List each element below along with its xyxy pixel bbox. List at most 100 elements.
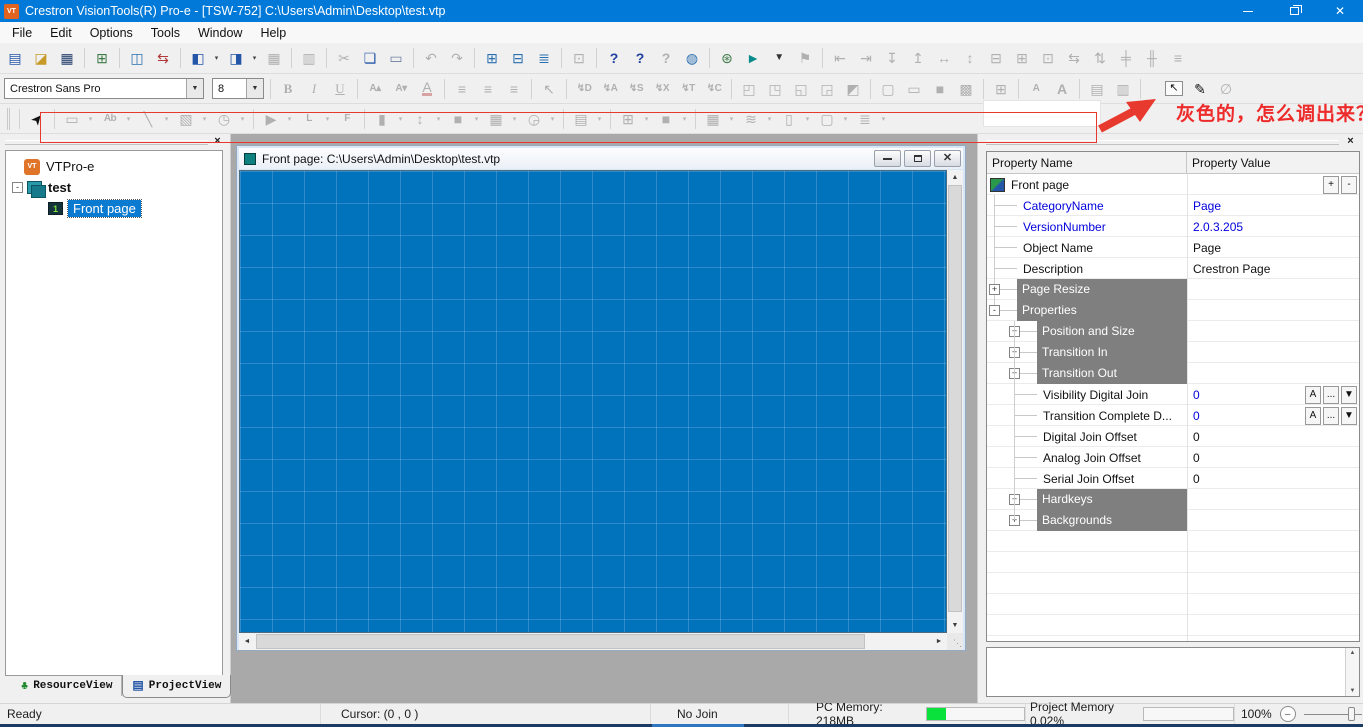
copy[interactable]: ❏ bbox=[358, 47, 382, 69]
document-minimize-button[interactable] bbox=[874, 150, 901, 167]
upload-to-panel[interactable]: ◫ bbox=[125, 47, 149, 69]
expander-transition-out[interactable]: + bbox=[1009, 368, 1020, 379]
page-view-dropdown[interactable]: ▾ bbox=[249, 47, 260, 69]
scroll-right-button[interactable]: ► bbox=[931, 633, 947, 650]
menu-help[interactable]: Help bbox=[251, 24, 295, 42]
select-mode[interactable]: ↖ bbox=[1162, 78, 1186, 100]
property-name-cell[interactable]: + Transition Out bbox=[987, 363, 1187, 384]
category-properties[interactable]: Properties bbox=[1017, 300, 1187, 321]
tab-resourceview[interactable]: ♣ ResourceView bbox=[12, 676, 122, 696]
category-transition-out[interactable]: Transition Out bbox=[1037, 363, 1187, 384]
category-position-and-size[interactable]: Position and Size bbox=[1037, 321, 1187, 342]
property-name-cell[interactable]: + Backgrounds bbox=[987, 510, 1187, 531]
value-button-ellipsis[interactable]: ... bbox=[1323, 386, 1339, 404]
property-name-cell[interactable]: Transition Complete D... bbox=[987, 405, 1187, 426]
value-button-dropdown[interactable]: ▼ bbox=[1341, 386, 1357, 404]
property-value-cell[interactable] bbox=[1187, 300, 1359, 321]
properties-panel-close-button[interactable]: × bbox=[1344, 135, 1357, 148]
tab-projectview[interactable]: ▤ ProjectView bbox=[122, 675, 231, 698]
empty-combo-box[interactable] bbox=[983, 100, 1101, 127]
property-value-cell[interactable] bbox=[1187, 363, 1359, 384]
category-backgrounds[interactable]: Backgrounds bbox=[1037, 510, 1187, 531]
help[interactable]: ? bbox=[628, 47, 652, 69]
font-name-combo[interactable]: Crestron Sans Pro▼ bbox=[4, 78, 204, 99]
view-project-tree[interactable]: ⊞ bbox=[90, 47, 114, 69]
property-value-cell[interactable]: 0 bbox=[1187, 426, 1359, 447]
object-list[interactable]: ≣ bbox=[532, 47, 556, 69]
page-view[interactable]: ◨ bbox=[224, 47, 248, 69]
property-name-cell[interactable]: Digital Join Offset bbox=[987, 426, 1187, 447]
description-scrollbar[interactable]: ▲ ▼ bbox=[1345, 648, 1359, 696]
column-property-name[interactable]: Property Name bbox=[987, 152, 1187, 173]
value-button-A[interactable]: A bbox=[1305, 407, 1321, 425]
convert-project[interactable]: ⇆ bbox=[151, 47, 175, 69]
project-panel-close-button[interactable]: × bbox=[211, 135, 224, 148]
property-name-cell[interactable]: VersionNumber bbox=[987, 216, 1187, 237]
expander-backgrounds[interactable]: + bbox=[1009, 515, 1020, 526]
tree-item-front-page[interactable]: 1Front page bbox=[8, 198, 220, 219]
test-project[interactable]: ► bbox=[741, 47, 765, 69]
tree-item-vtpro[interactable]: VTVTPro-e bbox=[8, 156, 220, 177]
zoom-slider-handle[interactable] bbox=[1348, 707, 1355, 721]
zoom-out-button[interactable]: – bbox=[1280, 706, 1296, 722]
value-button-dropdown[interactable]: ▼ bbox=[1341, 407, 1357, 425]
document-restore-button[interactable] bbox=[904, 150, 931, 167]
web-help[interactable]: ◍ bbox=[680, 47, 704, 69]
paste[interactable]: ▭ bbox=[384, 47, 408, 69]
context-help-select[interactable]: ? bbox=[602, 47, 626, 69]
menu-edit[interactable]: Edit bbox=[41, 24, 81, 42]
font-size-combo-arrow-icon[interactable]: ▼ bbox=[246, 79, 263, 98]
property-value-cell[interactable]: 2.0.3.205 bbox=[1187, 216, 1359, 237]
property-name-cell[interactable]: +Page Resize bbox=[987, 279, 1187, 300]
expander-properties[interactable]: - bbox=[989, 305, 1000, 316]
category-transition-in[interactable]: Transition In bbox=[1037, 342, 1187, 363]
property-value-cell[interactable] bbox=[1187, 510, 1359, 531]
open-project[interactable]: ◪ bbox=[29, 47, 53, 69]
column-property-value[interactable]: Property Value bbox=[1187, 152, 1359, 173]
property-value-cell[interactable]: 0A...▼ bbox=[1187, 405, 1359, 426]
horizontal-scrollbar[interactable]: ◄ ► bbox=[239, 633, 947, 650]
save-project[interactable]: ▦ bbox=[55, 47, 79, 69]
property-name-cell[interactable]: CategoryName bbox=[987, 195, 1187, 216]
selection-arrow[interactable]: ➤ bbox=[25, 108, 49, 130]
menu-tools[interactable]: Tools bbox=[142, 24, 189, 42]
menu-window[interactable]: Window bbox=[189, 24, 251, 42]
value-button--[interactable]: - bbox=[1341, 176, 1357, 194]
category-page-resize[interactable]: Page Resize bbox=[1017, 279, 1187, 300]
value-button-ellipsis[interactable]: ... bbox=[1323, 407, 1339, 425]
project-panel-gripper[interactable]: × bbox=[0, 134, 230, 150]
property-value-cell[interactable] bbox=[1187, 321, 1359, 342]
tree-expander[interactable]: - bbox=[12, 182, 23, 193]
expander-hardkeys[interactable]: + bbox=[1009, 494, 1020, 505]
menu-options[interactable]: Options bbox=[81, 24, 142, 42]
panel-view[interactable]: ◧ bbox=[186, 47, 210, 69]
property-name-cell[interactable]: Serial Join Offset bbox=[987, 468, 1187, 489]
description-scroll-up-icon[interactable]: ▲ bbox=[1350, 650, 1356, 656]
property-name-cell[interactable]: - Properties bbox=[987, 300, 1187, 321]
property-value-cell[interactable]: 0 bbox=[1187, 447, 1359, 468]
test-options-dropdown[interactable]: ▼ bbox=[767, 47, 791, 69]
scroll-left-button[interactable]: ◄ bbox=[239, 633, 255, 650]
panel-view-dropdown[interactable]: ▾ bbox=[211, 47, 222, 69]
document-close-button[interactable]: ✕ bbox=[934, 150, 961, 167]
properties-window[interactable]: ⊞ bbox=[480, 47, 504, 69]
font-size-combo[interactable]: 8▼ bbox=[212, 78, 264, 99]
restore-button[interactable] bbox=[1271, 0, 1317, 22]
property-name-cell[interactable]: Analog Join Offset bbox=[987, 447, 1187, 468]
property-name-cell[interactable]: +Hardkeys bbox=[987, 489, 1187, 510]
property-name-cell[interactable]: + Position and Size bbox=[987, 321, 1187, 342]
property-name-cell[interactable]: + Transition In bbox=[987, 342, 1187, 363]
document-title-bar[interactable]: Front page: C:\Users\Admin\Desktop\test.… bbox=[239, 148, 963, 169]
font-name-combo-arrow-icon[interactable]: ▼ bbox=[186, 79, 203, 98]
property-value-cell[interactable]: 0 bbox=[1187, 468, 1359, 489]
expander-transition-in[interactable]: + bbox=[1009, 347, 1020, 358]
description-scroll-down-icon[interactable]: ▼ bbox=[1350, 688, 1356, 694]
property-name-cell[interactable]: Description bbox=[987, 258, 1187, 279]
expander-position-and-size[interactable]: + bbox=[1009, 326, 1020, 337]
property-name-cell[interactable]: Front page bbox=[987, 174, 1187, 195]
menu-file[interactable]: File bbox=[3, 24, 41, 42]
property-value-cell[interactable]: Page bbox=[1187, 195, 1359, 216]
draw-mode[interactable]: ✎ bbox=[1188, 78, 1212, 100]
property-value-cell[interactable]: 0A...▼ bbox=[1187, 384, 1359, 405]
properties-panel-gripper[interactable]: × bbox=[978, 134, 1363, 150]
